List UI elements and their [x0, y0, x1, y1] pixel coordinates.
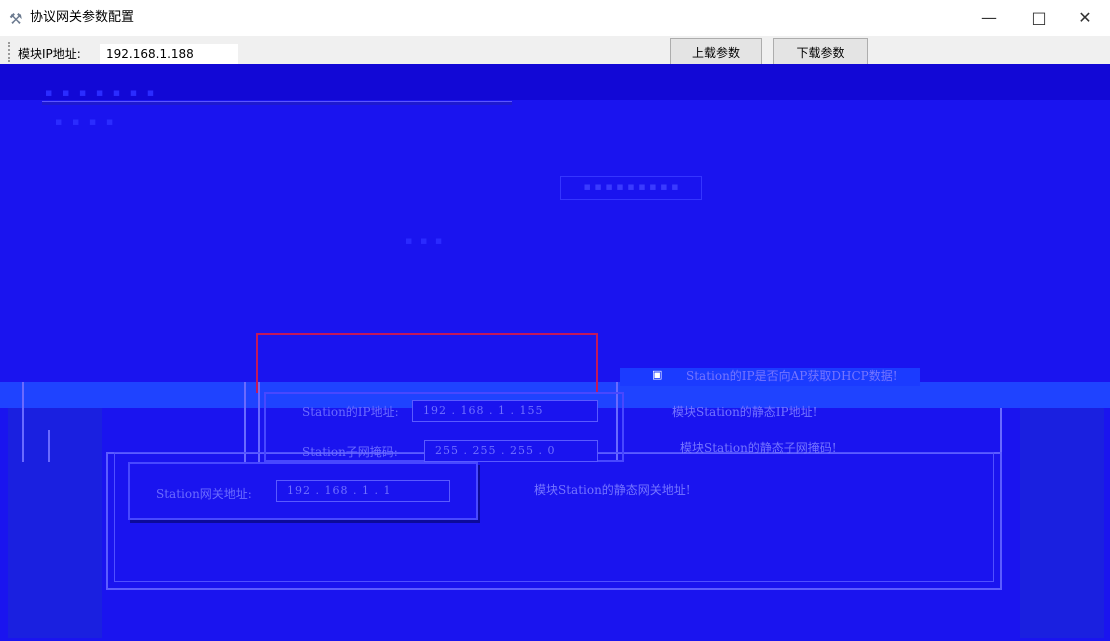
station-gateway-input[interactable]: 192 . 168 . 1 . 1 — [276, 480, 450, 502]
right-panel — [1020, 408, 1104, 638]
glitch-line — [42, 101, 512, 105]
station-gateway-description: 模块Station的静态网关地址! — [534, 483, 691, 497]
divider — [244, 382, 246, 462]
close-icon: ✕ — [1078, 8, 1092, 27]
glitch-artifact: ▪ ▪ ▪ ▪ ▪ ▪ ▪ ▪ ▪ — [560, 176, 702, 200]
station-mask-input[interactable]: 255 . 255 . 255 . 0 — [424, 440, 598, 462]
title-bar — [0, 0, 1110, 36]
station-gateway-label: Station网关地址: — [156, 487, 252, 501]
glitch-artifact: ▪ ▪ ▪ ▪ — [55, 115, 117, 128]
maximize-icon: □ — [1031, 8, 1047, 27]
station-ip-label: Station的IP地址: — [302, 405, 399, 419]
tools-icon: ⚒ — [9, 10, 23, 28]
close-button[interactable]: ✕ — [1062, 0, 1108, 36]
module-ip-input[interactable]: 192.168.1.188 — [100, 44, 238, 64]
minimize-button[interactable]: — — [966, 0, 1012, 36]
station-ip-input[interactable]: 192 . 168 . 1 . 155 — [412, 400, 598, 422]
module-ip-label: 模块IP地址: — [18, 47, 81, 61]
divider — [22, 382, 24, 462]
divider — [258, 382, 260, 462]
config-header-band — [0, 64, 1110, 100]
focus-frame — [256, 333, 598, 393]
dhcp-description: Station的IP是否向AP获取DHCP数据! — [686, 369, 898, 383]
minimize-icon: — — [981, 8, 997, 27]
station-mask-description: 模块Station的静态子网掩码! — [680, 441, 837, 455]
toolbar-grip[interactable] — [8, 42, 13, 62]
station-ip-description: 模块Station的静态IP地址! — [672, 405, 818, 419]
window-title: 协议网关参数配置 — [30, 10, 135, 25]
glitch-artifact: ▪ ▪ ▪ ▪ ▪ ▪ ▪ — [45, 86, 158, 99]
glitch-artifact: ▪ ▪ ▪ — [405, 234, 445, 247]
station-mask-label: Station子网掩码: — [302, 445, 398, 459]
maximize-button[interactable]: □ — [1016, 0, 1062, 36]
divider — [48, 430, 50, 462]
checkbox-icon[interactable]: ▣ — [652, 368, 662, 381]
